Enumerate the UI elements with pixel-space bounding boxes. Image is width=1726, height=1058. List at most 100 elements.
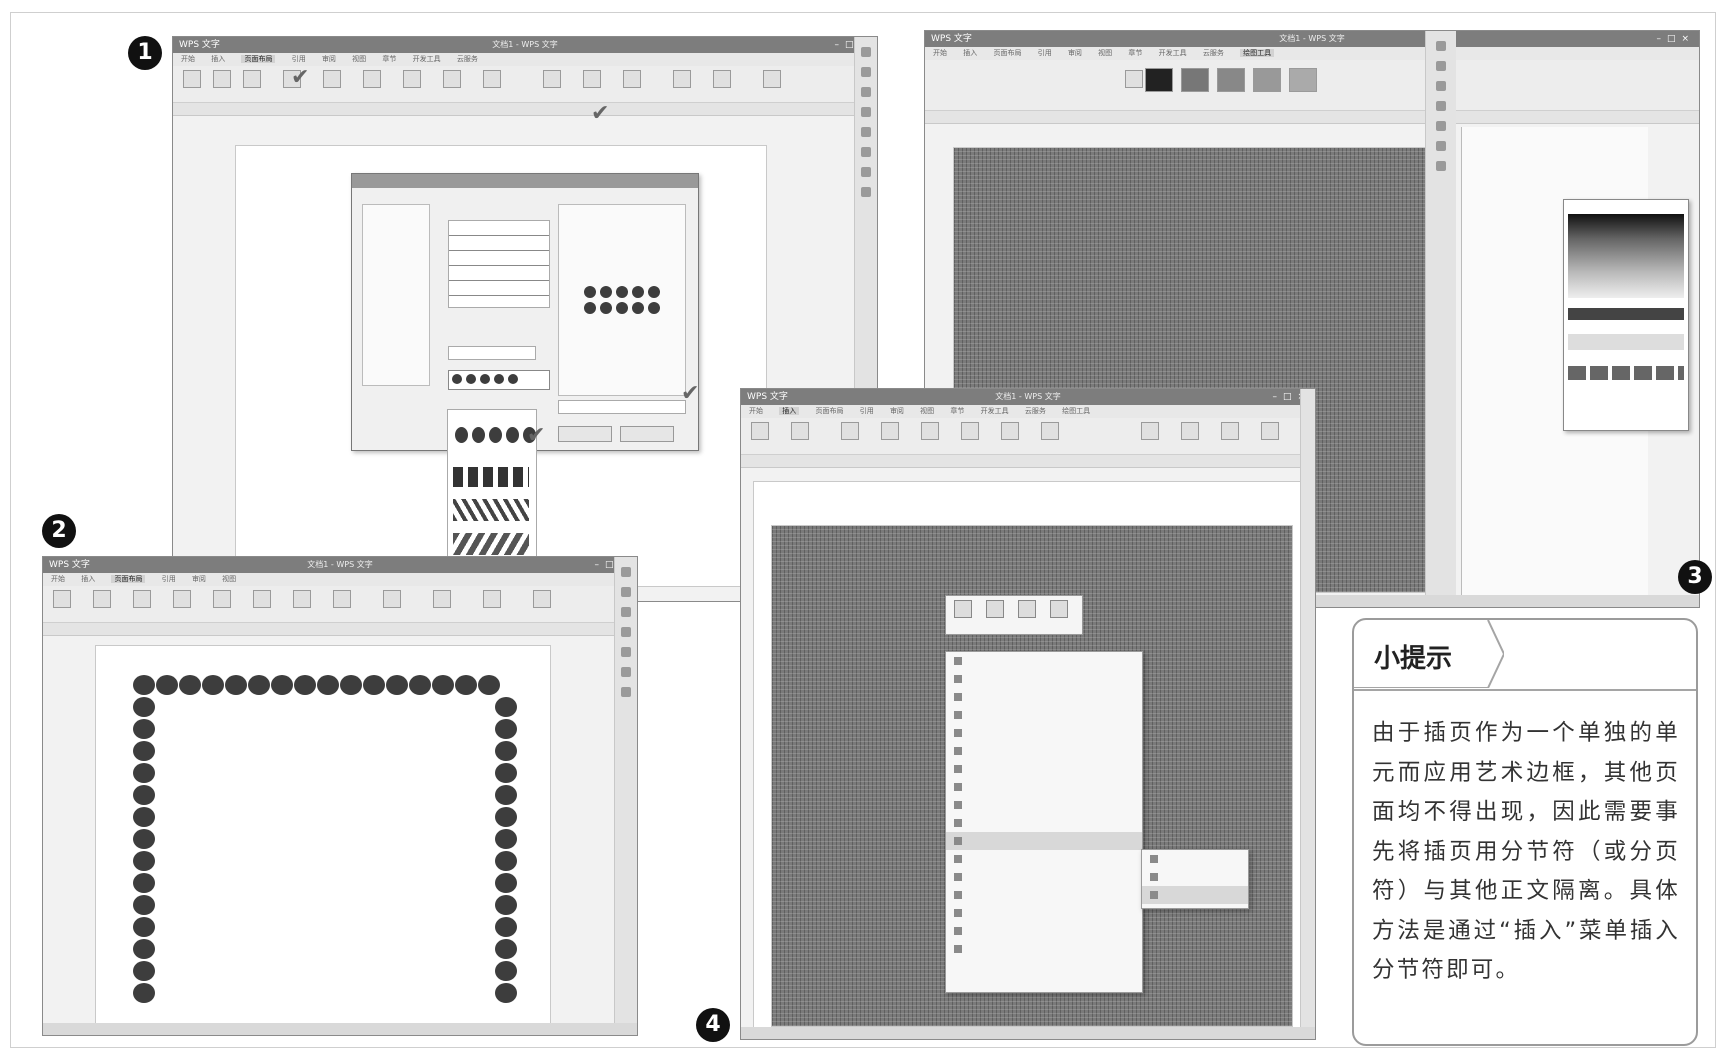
ribbon-tool-icon[interactable] — [433, 590, 451, 608]
tab-section[interactable]: 章节 — [382, 55, 396, 63]
submenu-item[interactable] — [1142, 850, 1248, 868]
context-menu-item[interactable] — [946, 688, 1142, 706]
sidebar-tool-icon[interactable] — [621, 687, 631, 697]
sidebar-tool-icon[interactable] — [1436, 61, 1446, 71]
sidebar-tool-icon[interactable] — [861, 47, 871, 57]
tab-review[interactable]: 审阅 — [1068, 49, 1082, 57]
page-border-tool-icon[interactable] — [583, 70, 601, 88]
context-menu-item-wrap-text[interactable] — [946, 832, 1142, 850]
minimize-icon[interactable]: – — [1272, 392, 1283, 402]
ribbon-tool-icon[interactable] — [1261, 422, 1279, 440]
sidebar-tool-icon[interactable] — [861, 87, 871, 97]
tab-cloud[interactable]: 云服务 — [1025, 407, 1046, 415]
ribbon-tool-icon[interactable] — [921, 422, 939, 440]
sidebar-tool-icon[interactable] — [1436, 101, 1446, 111]
context-menu-item[interactable] — [946, 940, 1142, 958]
ribbon-tool-icon[interactable] — [881, 422, 899, 440]
ribbon-tool-icon[interactable] — [623, 70, 641, 88]
sidebar-tool-icon[interactable] — [621, 567, 631, 577]
tab-page-layout[interactable]: 页面布局 — [111, 575, 146, 583]
context-menu-item[interactable] — [946, 742, 1142, 760]
tab-section[interactable]: 章节 — [1128, 49, 1142, 57]
tab-view[interactable]: 视图 — [1098, 49, 1112, 57]
submenu-item-behind-text[interactable] — [1142, 886, 1248, 904]
ribbon-tool-icon[interactable] — [751, 422, 769, 440]
tab-references[interactable]: 引用 — [162, 575, 176, 583]
shape-style-swatch[interactable] — [1253, 68, 1281, 92]
tab-developer[interactable]: 开发工具 — [1159, 49, 1187, 57]
sidebar-tool-icon[interactable] — [621, 627, 631, 637]
sidebar-tool-icon[interactable] — [861, 67, 871, 77]
context-menu-item[interactable] — [946, 670, 1142, 688]
ribbon-tool-icon[interactable] — [333, 590, 351, 608]
ribbon-tool-icon[interactable] — [443, 70, 461, 88]
tab-home[interactable]: 开始 — [749, 407, 763, 415]
sidebar-tool-icon[interactable] — [621, 587, 631, 597]
tab-insert[interactable]: 插入 — [963, 49, 977, 57]
tab-review[interactable]: 审阅 — [322, 55, 336, 63]
tab-section[interactable]: 章节 — [950, 407, 964, 415]
ribbon-tool-icon[interactable] — [213, 590, 231, 608]
ribbon-tool-icon[interactable] — [713, 70, 731, 88]
sidebar-tool-icon[interactable] — [621, 667, 631, 677]
tab-insert[interactable]: 插入 — [779, 407, 800, 415]
maximize-icon[interactable]: □ — [1283, 392, 1298, 402]
ribbon-tool-icon[interactable] — [1141, 422, 1159, 440]
standard-colors-row[interactable] — [1568, 308, 1684, 320]
ribbon-tool-icon[interactable] — [1001, 422, 1019, 440]
ribbon-tool-icon[interactable] — [1181, 422, 1199, 440]
shape-fill-black[interactable] — [1145, 68, 1173, 92]
sidebar-tool-icon[interactable] — [1436, 141, 1446, 151]
ribbon-tool-icon[interactable] — [93, 590, 111, 608]
ribbon-tool-icon[interactable] — [791, 422, 809, 440]
submenu-item[interactable] — [1142, 868, 1248, 886]
art-choice-pattern[interactable] — [453, 467, 529, 487]
style-list[interactable] — [448, 220, 550, 308]
sidebar-tool-icon[interactable] — [1436, 161, 1446, 171]
shape-style-swatch[interactable] — [1289, 68, 1317, 92]
ok-button[interactable] — [558, 426, 612, 442]
setting-list[interactable] — [362, 204, 430, 386]
outline-icon[interactable] — [1018, 600, 1036, 618]
tab-home[interactable]: 开始 — [181, 55, 195, 63]
tab-cloud[interactable]: 云服务 — [1203, 49, 1224, 57]
ribbon-tool-icon[interactable] — [841, 422, 859, 440]
sidebar-tool-icon[interactable] — [621, 607, 631, 617]
context-menu-item[interactable] — [946, 922, 1142, 940]
fill-icon[interactable] — [986, 600, 1004, 618]
ribbon-tool-icon[interactable] — [403, 70, 421, 88]
context-menu-item[interactable] — [946, 778, 1142, 796]
ribbon-tool-icon[interactable] — [253, 590, 271, 608]
ribbon-tool-icon[interactable] — [173, 590, 191, 608]
tab-page-layout[interactable]: 页面布局 — [993, 49, 1021, 57]
tab-page-layout[interactable]: 页面布局 — [815, 407, 843, 415]
ribbon-tool-icon[interactable] — [1125, 70, 1143, 88]
style-icon[interactable] — [954, 600, 972, 618]
tab-home[interactable]: 开始 — [51, 575, 65, 583]
tab-developer[interactable]: 开发工具 — [981, 407, 1009, 415]
ribbon-tool-icon[interactable] — [293, 590, 311, 608]
minimize-icon[interactable]: – — [834, 40, 845, 50]
maximize-icon[interactable]: □ — [1667, 34, 1682, 44]
context-menu-item[interactable] — [946, 850, 1142, 868]
close-icon[interactable]: × — [1681, 34, 1695, 44]
format-painter-icon[interactable] — [1050, 600, 1068, 618]
sidebar-tool-icon[interactable] — [1436, 81, 1446, 91]
tab-review[interactable]: 审阅 — [890, 407, 904, 415]
tab-view[interactable]: 视图 — [352, 55, 366, 63]
minimize-icon[interactable]: – — [594, 560, 605, 570]
tab-view[interactable]: 视图 — [920, 407, 934, 415]
ribbon-tool-icon[interactable] — [763, 70, 781, 88]
art-choice-pattern[interactable] — [453, 499, 529, 521]
tab-review[interactable]: 审阅 — [192, 575, 206, 583]
sidebar-tool-icon[interactable] — [861, 147, 871, 157]
sidebar-tool-icon[interactable] — [1436, 41, 1446, 51]
ribbon-tool-icon[interactable] — [363, 70, 381, 88]
cancel-button[interactable] — [620, 426, 674, 442]
tab-drawing-tools[interactable]: 绘图工具 — [1240, 49, 1275, 57]
width-field[interactable] — [448, 346, 536, 360]
shape-style-swatch[interactable] — [1217, 68, 1245, 92]
ribbon-tool-icon[interactable] — [673, 70, 691, 88]
minimize-icon[interactable]: – — [1656, 34, 1667, 44]
ribbon-tool-icon[interactable] — [53, 590, 71, 608]
